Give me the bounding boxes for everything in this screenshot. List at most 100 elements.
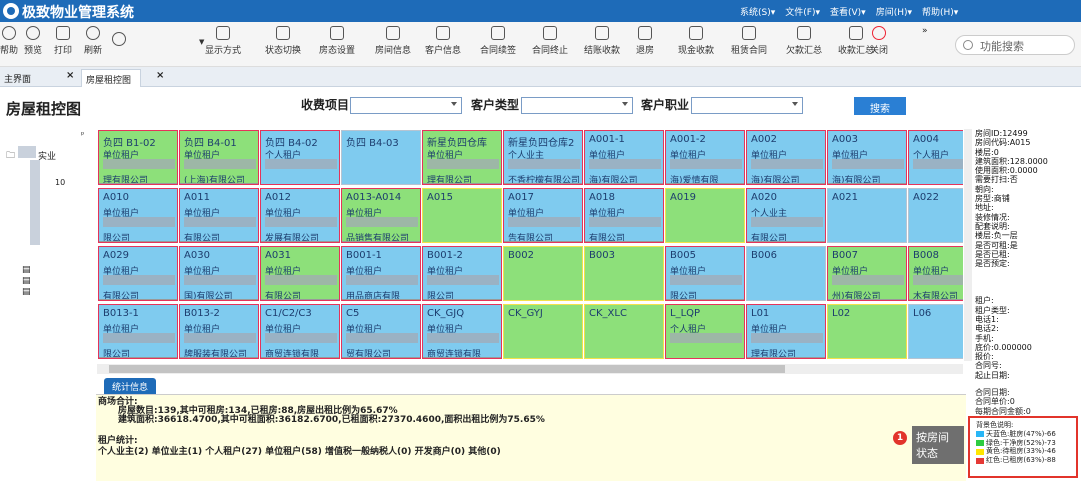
room-cell[interactable]: B005 单位租户 限公司 bbox=[665, 246, 745, 301]
grid-vertical-scrollbar[interactable] bbox=[964, 129, 972, 361]
toolbar-more-button[interactable]: » bbox=[922, 26, 928, 36]
tab-rental-map[interactable]: 房屋租控图 bbox=[81, 69, 141, 87]
room-status-callout[interactable]: 按房间 状态 bbox=[912, 426, 964, 464]
room-cell[interactable]: A020 个人业主 有限公司 bbox=[746, 188, 826, 243]
cell-divider bbox=[585, 241, 663, 242]
refresh-button[interactable]: 刷新 bbox=[84, 26, 102, 56]
room-cell[interactable]: A021 bbox=[827, 188, 907, 243]
room-cell[interactable]: A010 单位租户 限公司 bbox=[98, 188, 178, 243]
room-cell[interactable]: A004 个人租户 bbox=[908, 130, 963, 185]
tree-root-label[interactable]: 实业 bbox=[38, 149, 56, 162]
toolbar-button[interactable]: 欠款汇总 bbox=[786, 26, 822, 56]
menu-view[interactable]: 查看(V)▾ bbox=[830, 5, 866, 18]
room-cell[interactable]: L01 单位租户 理有限公司 bbox=[746, 304, 826, 359]
room-cell[interactable]: 新星负四仓库2 个人业主 不香柠檬有限公司 bbox=[503, 130, 583, 185]
room-cell[interactable]: C1/C2/C3 单位租户 商贸连锁有限 bbox=[260, 304, 340, 359]
room-cell[interactable]: A018 单位租户 有限公司 bbox=[584, 188, 664, 243]
room-cell[interactable]: A022 bbox=[908, 188, 963, 243]
customer-type-select[interactable] bbox=[521, 97, 633, 114]
toolbar-button[interactable]: 房态设置 bbox=[319, 26, 355, 56]
toolbar-button[interactable]: 现金收款 bbox=[678, 26, 714, 56]
room-cell[interactable]: A030 单位租户 国)有限公司 bbox=[179, 246, 259, 301]
tree-item-icon[interactable]: ▤ bbox=[22, 287, 31, 297]
room-cell[interactable]: B002 bbox=[503, 246, 583, 301]
tree-root-mask bbox=[18, 146, 36, 158]
help-button[interactable]: 帮助 bbox=[0, 26, 18, 56]
room-cell[interactable]: B003 bbox=[584, 246, 664, 301]
function-search-input[interactable]: 功能搜索 bbox=[955, 35, 1075, 55]
room-cell[interactable]: A017 单位租户 告有限公司 bbox=[503, 188, 583, 243]
room-cell[interactable]: A013-A014 单位租户 品销售有限公司 bbox=[341, 188, 421, 243]
menu-bar: 系统(S)▾ 文件(F)▾ 查看(V)▾ 房间(H)▾ 帮助(H)▾ bbox=[740, 5, 958, 18]
room-cell[interactable]: A001-2 单位租户 海)爱情有限 bbox=[665, 130, 745, 185]
scrollbar-thumb[interactable] bbox=[109, 365, 785, 373]
room-cell[interactable]: 负四 B4-02 个人租户 bbox=[260, 130, 340, 185]
room-cell[interactable]: B013-1 单位租户 限公司 bbox=[98, 304, 178, 359]
room-cell[interactable]: B006 bbox=[746, 246, 826, 301]
room-cell[interactable]: A029 单位租户 有限公司 bbox=[98, 246, 178, 301]
menu-help[interactable]: 帮助(H)▾ bbox=[922, 5, 958, 18]
room-cell[interactable]: 负四 B1-02 单位租户 理有限公司 bbox=[98, 130, 178, 185]
toolbar-dropdown-arrow[interactable]: ▼ bbox=[199, 38, 204, 46]
room-cell[interactable]: A002 单位租户 海)有限公司 bbox=[746, 130, 826, 185]
fee-item-select[interactable] bbox=[350, 97, 462, 114]
pin-icon[interactable]: ᵖ bbox=[81, 130, 84, 139]
room-cell[interactable]: A012 单位租户 发展有限公司 bbox=[260, 188, 340, 243]
room-cell[interactable]: L06 bbox=[908, 304, 963, 359]
toolbar-button[interactable]: 状态切换 bbox=[265, 26, 301, 56]
room-cell[interactable]: CK_GYJ bbox=[503, 304, 583, 359]
toolbar-icon bbox=[595, 26, 609, 40]
room-cell[interactable]: A003 单位租户 海)有限公司 bbox=[827, 130, 907, 185]
room-cell[interactable]: A011 单位租户 有限公司 bbox=[179, 188, 259, 243]
room-cell[interactable]: 负四 B4-03 bbox=[341, 130, 421, 185]
cell-divider bbox=[342, 357, 420, 358]
toolbar-button[interactable]: 合同终止 bbox=[532, 26, 568, 56]
room-cell[interactable]: B013-2 单位租户 牌服装有限公司 bbox=[179, 304, 259, 359]
room-cell[interactable]: A001-1 单位租户 海)有限公司 bbox=[584, 130, 664, 185]
room-cell[interactable]: B007 单位租户 州)有限公司 bbox=[827, 246, 907, 301]
tab-statistics[interactable]: 统计信息 bbox=[104, 378, 156, 394]
tree-item-icon[interactable]: ▤ bbox=[22, 276, 31, 286]
print-button[interactable]: 打印 bbox=[54, 26, 72, 56]
cell-divider bbox=[261, 357, 339, 358]
cell-divider bbox=[828, 183, 906, 184]
toolbar-button[interactable]: 退房 bbox=[636, 26, 654, 56]
tab-main-close-icon[interactable]: × bbox=[66, 70, 74, 81]
search-button[interactable]: 搜索 bbox=[854, 97, 906, 115]
menu-system[interactable]: 系统(S)▾ bbox=[740, 5, 775, 18]
room-cell[interactable]: C5 单位租户 贸有限公司 bbox=[341, 304, 421, 359]
toolbar-button[interactable]: 收款汇总 bbox=[838, 26, 874, 56]
room-cell[interactable]: 负四 B4-01 单位租户 (上海)有限公司 bbox=[179, 130, 259, 185]
privacy-mask bbox=[265, 159, 337, 169]
search-small-button[interactable] bbox=[112, 32, 126, 49]
room-cell[interactable]: L_LQP 个人租户 bbox=[665, 304, 745, 359]
toolbar-button[interactable]: 房间信息 bbox=[375, 26, 411, 56]
toolbar-button[interactable]: 关闭 bbox=[870, 26, 888, 56]
menu-room[interactable]: 房间(H)▾ bbox=[876, 5, 912, 18]
room-grid: 负四 B1-02 单位租户 理有限公司 负四 B4-01 单位租户 (上海)有限公司 负四 … bbox=[97, 129, 963, 361]
toolbar-button[interactable]: 合同续签 bbox=[480, 26, 516, 56]
room-cell[interactable]: CK_GJQ 单位租户 商贸连锁有限 bbox=[422, 304, 502, 359]
room-cell[interactable]: A019 bbox=[665, 188, 745, 243]
room-cell[interactable]: B001-2 单位租户 限公司 bbox=[422, 246, 502, 301]
menu-file[interactable]: 文件(F)▾ bbox=[785, 5, 820, 18]
room-cell[interactable]: 新星负四仓库 单位租户 理有限公司 bbox=[422, 130, 502, 185]
toolbar-button[interactable]: 租赁合同 bbox=[731, 26, 767, 56]
room-cell[interactable]: A031 单位租户 有限公司 bbox=[260, 246, 340, 301]
toolbar-button[interactable]: 显示方式 bbox=[205, 26, 241, 56]
toolbar-button[interactable]: 结账收款 bbox=[584, 26, 620, 56]
room-cell[interactable]: B001-1 单位租户 用品商店有限 bbox=[341, 246, 421, 301]
room-cell[interactable]: B008 单位租户 木有限公司 bbox=[908, 246, 963, 301]
room-cell[interactable]: L02 bbox=[827, 304, 907, 359]
preview-button[interactable]: 预览 bbox=[24, 26, 42, 56]
tree-item-icon[interactable]: ▤ bbox=[22, 265, 31, 275]
customer-job-select[interactable] bbox=[691, 97, 803, 114]
room-cell[interactable]: A015 bbox=[422, 188, 502, 243]
cell-divider bbox=[180, 241, 258, 242]
grid-horizontal-scrollbar[interactable] bbox=[97, 364, 963, 374]
tree-child-label[interactable]: 10 bbox=[55, 178, 65, 187]
tab-rental-map-close-icon[interactable]: × bbox=[156, 70, 164, 81]
tab-main[interactable]: 主界面 bbox=[0, 69, 60, 87]
room-cell[interactable]: CK_XLC bbox=[584, 304, 664, 359]
toolbar-button[interactable]: 客户信息 bbox=[425, 26, 461, 56]
